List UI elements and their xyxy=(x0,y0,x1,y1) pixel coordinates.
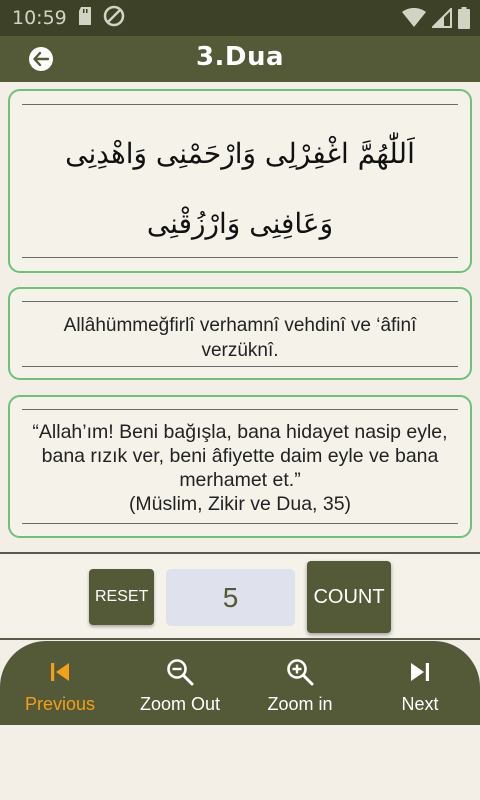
meaning-body: “Allah’ım! Beni bağışla, bana hidayet na… xyxy=(32,421,448,491)
count-button[interactable]: COUNT xyxy=(307,561,391,633)
skip-previous-icon xyxy=(49,658,71,686)
divider xyxy=(22,409,458,410)
skip-next-icon xyxy=(409,658,431,686)
divider xyxy=(22,104,458,105)
nav-label: Zoom in xyxy=(267,694,333,714)
do-not-disturb-icon xyxy=(103,5,125,31)
zoom-out-icon xyxy=(166,658,194,686)
arabic-card: اَللّٰهُمَّ اغْفِرْلِى وَارْحَمْنِى وَاه… xyxy=(8,89,472,273)
nav-next[interactable]: Next xyxy=(360,641,480,725)
reset-button[interactable]: RESET xyxy=(89,569,154,625)
signal-icon xyxy=(430,6,452,32)
meaning-card: “Allah’ım! Beni bağışla, bana hidayet na… xyxy=(8,395,472,538)
divider xyxy=(22,301,458,302)
transliteration-card: Allâhümmeğfirlî verhamnî vehdinî ve ‘âfi… xyxy=(8,287,472,380)
count-display: 5 xyxy=(166,569,295,626)
wifi-icon xyxy=(402,8,426,32)
sd-card-icon xyxy=(77,6,93,30)
nav-zoom-out[interactable]: Zoom Out xyxy=(120,641,240,725)
zoom-in-icon xyxy=(286,658,314,686)
nav-label: Previous xyxy=(24,694,96,714)
meaning-source: (Müslim, Zikir ve Dua, 35) xyxy=(128,493,352,515)
page-title: 3.Dua xyxy=(195,42,285,72)
nav-label: Next xyxy=(401,694,439,714)
app-bar: 3.Dua xyxy=(0,36,480,82)
status-right-icons xyxy=(402,6,470,33)
status-time: 10:59 xyxy=(12,7,67,29)
transliteration-text: Allâhümmeğfirlî verhamnî vehdinî ve ‘âfi… xyxy=(63,315,417,361)
nav-label: Zoom Out xyxy=(139,694,221,714)
bottom-nav: Previous Zoom Out Zoom in Next xyxy=(0,641,480,725)
status-bar: 10:59 xyxy=(0,0,480,36)
nav-zoom-in[interactable]: Zoom in xyxy=(240,641,360,725)
divider xyxy=(22,257,458,258)
counter-panel: RESET 5 COUNT xyxy=(0,552,480,640)
battery-icon xyxy=(458,7,470,33)
arabic-text: اَللّٰهُمَّ اغْفِرْلِى وَارْحَمْنِى وَاه… xyxy=(65,137,415,240)
divider xyxy=(22,366,458,367)
nav-previous[interactable]: Previous xyxy=(0,641,120,725)
divider xyxy=(22,523,458,524)
meaning-text: “Allah’ım! Beni bağışla, bana hidayet na… xyxy=(22,420,458,516)
